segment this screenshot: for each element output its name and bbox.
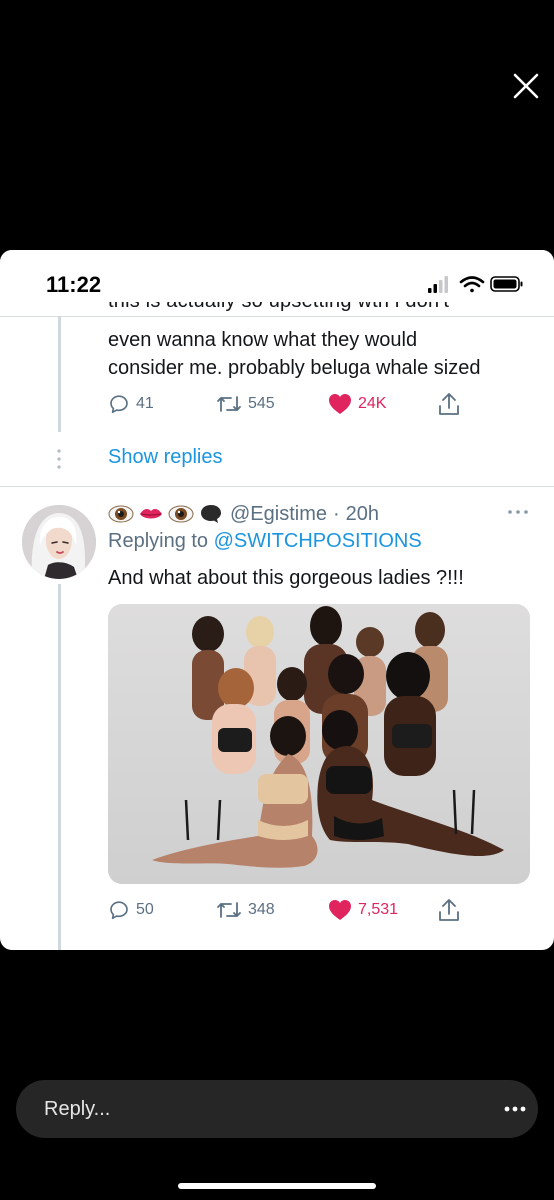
replying-to-link[interactable]: @SWITCHPOSITIONS [214, 530, 422, 552]
close-icon[interactable] [508, 68, 544, 104]
share-icon [439, 393, 459, 415]
thread-line-bottom [58, 584, 61, 950]
wifi-icon [459, 276, 485, 293]
retweet-count: 348 [248, 901, 275, 918]
author-handle[interactable]: @Egistime [230, 503, 327, 526]
image-viewer: 11:22 even wanna know what they would co… [0, 0, 554, 1200]
home-indicator[interactable] [178, 1183, 376, 1189]
heart-filled-icon [329, 394, 351, 414]
signal-icon [428, 276, 448, 293]
heart-filled-icon [329, 900, 351, 920]
parent-tweet-text-line-2: consider me. probably beluga whale sized [108, 357, 481, 379]
reply-input[interactable]: Reply... [16, 1080, 538, 1138]
header-separator: · [333, 502, 340, 525]
tweet-screenshot-card: 11:22 even wanna know what they would co… [0, 250, 554, 950]
reply-icon [110, 395, 128, 414]
more-options-icon[interactable] [506, 506, 530, 518]
retweet-icon [217, 396, 241, 412]
reply-count: 41 [136, 395, 154, 412]
tweet-photo[interactable] [108, 604, 530, 884]
eye-emoji [168, 505, 194, 523]
retweet-button[interactable]: 545 [216, 390, 275, 418]
share-button[interactable] [438, 896, 460, 924]
speech-bubble-emoji [201, 505, 221, 523]
tweet-divider [0, 486, 554, 487]
tweet-time[interactable]: 20h [346, 503, 379, 526]
like-button[interactable]: 24K [328, 390, 386, 418]
status-time: 11:22 [46, 272, 102, 297]
share-icon [439, 899, 459, 921]
like-button[interactable]: 7,531 [328, 896, 398, 924]
reply-count: 50 [136, 901, 154, 918]
retweet-button[interactable]: 348 [216, 896, 275, 924]
tweet-header: @Egistime · 20h [108, 500, 379, 528]
status-icons [428, 276, 523, 293]
show-replies-link[interactable]: Show replies [108, 446, 223, 469]
like-count: 7,531 [358, 901, 399, 918]
lips-emoji [140, 509, 162, 519]
reply-placeholder: Reply... [44, 1098, 111, 1120]
like-count: 24K [358, 395, 387, 412]
display-name-emojis [108, 502, 224, 526]
share-button[interactable] [438, 390, 460, 418]
vertical-dots-icon [57, 449, 61, 469]
thread-line-top [58, 316, 61, 432]
reply-tweet-actions: 50 348 7,531 [108, 896, 508, 924]
battery-icon [490, 276, 523, 292]
parent-tweet-actions: 41 545 24K [108, 390, 508, 418]
replying-to: Replying to @SWITCHPOSITIONS [108, 530, 422, 553]
retweet-count: 545 [248, 395, 275, 412]
replying-prefix: Replying to [108, 530, 209, 552]
avatar[interactable] [22, 505, 96, 579]
avatar-illustration [22, 505, 96, 579]
retweet-icon [217, 902, 241, 918]
reply-button[interactable]: 50 [108, 896, 154, 924]
more-horizontal-icon[interactable] [504, 1106, 526, 1112]
group-photo [108, 604, 530, 884]
reply-tweet-text: And what about this gorgeous ladies ?!!! [108, 567, 464, 589]
eye-emoji [108, 505, 134, 523]
parent-tweet-text-line-1: even wanna know what they would [108, 329, 418, 351]
reply-icon [110, 901, 128, 920]
parent-tweet-cut-line: this is actually so upsetting wth i don'… [108, 302, 528, 322]
reply-button[interactable]: 41 [108, 390, 154, 418]
